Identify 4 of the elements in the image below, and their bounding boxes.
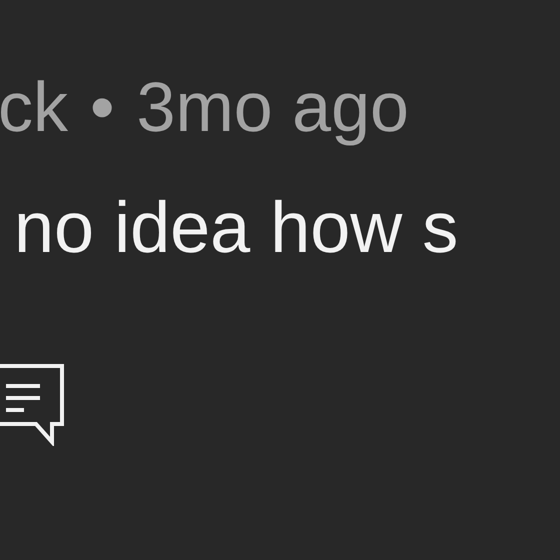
separator: • — [90, 72, 115, 142]
reply-icon[interactable] — [0, 362, 66, 446]
author-name[interactable]: ck — [0, 72, 68, 142]
comment-text: no idea how s — [14, 188, 458, 268]
